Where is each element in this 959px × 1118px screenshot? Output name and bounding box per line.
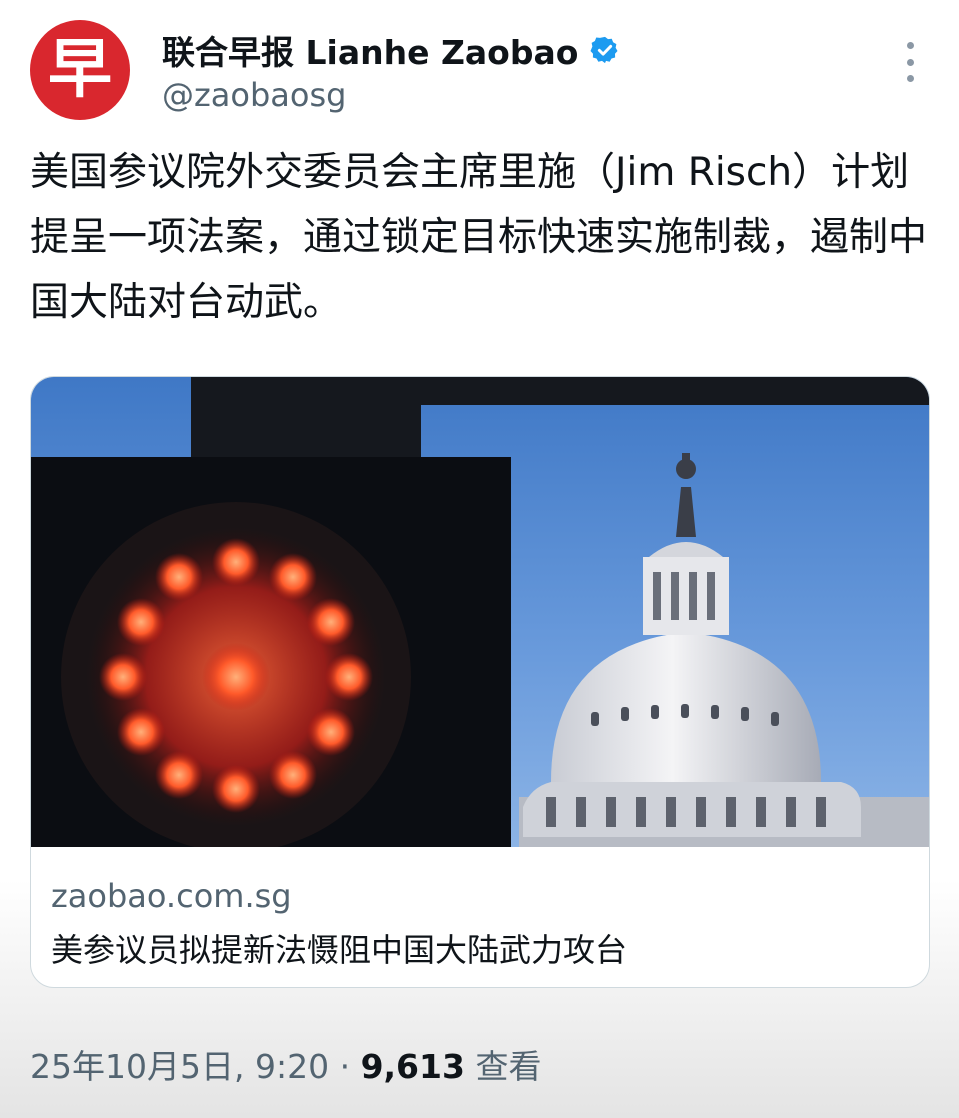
avatar-glyph: 早: [48, 32, 112, 107]
views-count[interactable]: 9,613: [361, 1047, 465, 1086]
account-name-row[interactable]: 联合早报 Lianhe Zaobao: [162, 26, 620, 74]
avatar[interactable]: 早: [30, 20, 130, 120]
timestamp[interactable]: 25年10月5日, 9:20: [30, 1047, 329, 1086]
views-label: 查看: [475, 1047, 542, 1086]
more-options-icon[interactable]: [898, 42, 922, 82]
tweet-meta: 25年10月5日, 9:20 · 9,613 查看: [30, 1040, 541, 1088]
account-handle[interactable]: @zaobaosg: [162, 76, 346, 114]
display-name[interactable]: 联合早报 Lianhe Zaobao: [162, 26, 578, 74]
meta-separator: ·: [339, 1047, 351, 1086]
link-card[interactable]: zaobao.com.sg 美参议员拟提新法慑阻中国大陆武力攻台: [30, 376, 930, 988]
tweet-text: 美国参议院外交委员会主席里施（Jim Risch）计划提呈一项法案，通过锁定目标…: [30, 150, 928, 325]
tweet-view: 早 联合早报 Lianhe Zaobao @zaobaosg 美国参议院外交委员…: [0, 0, 959, 1118]
card-image: [31, 377, 929, 847]
verified-badge-icon: [590, 36, 618, 64]
card-domain[interactable]: zaobao.com.sg: [51, 877, 292, 915]
card-title[interactable]: 美参议员拟提新法慑阻中国大陆武力攻台: [51, 925, 627, 971]
